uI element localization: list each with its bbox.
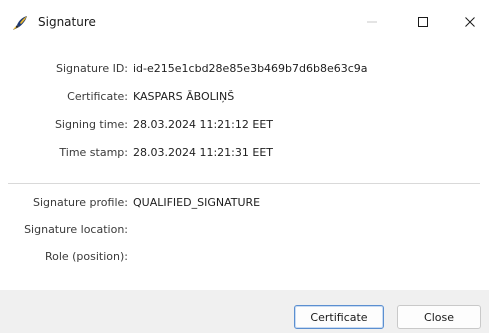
section-divider bbox=[8, 183, 480, 184]
certificate-value: KASPARS ĀBOLIŅŠ bbox=[133, 90, 235, 103]
role-position-label: Role (position): bbox=[44, 250, 128, 263]
close-window-button[interactable] bbox=[447, 0, 489, 44]
minimize-button[interactable] bbox=[349, 0, 395, 44]
minimize-icon bbox=[366, 13, 378, 32]
signature-profile-label: Signature profile: bbox=[32, 196, 128, 209]
window-title: Signature bbox=[38, 15, 96, 29]
title-bar[interactable]: Signature bbox=[0, 0, 489, 44]
signature-id-value: id-e215e1cbd28e85e3b469b7d6b8e63c9a bbox=[133, 62, 368, 75]
certificate-button[interactable]: Certificate bbox=[294, 305, 384, 329]
time-stamp-value: 28.03.2024 11:21:31 EET bbox=[133, 146, 273, 159]
maximize-button[interactable] bbox=[400, 0, 446, 44]
close-icon bbox=[464, 13, 476, 32]
certificate-label: Certificate: bbox=[67, 90, 128, 103]
signature-profile-value: QUALIFIED_SIGNATURE bbox=[133, 196, 261, 209]
dialog-footer: Certificate Close bbox=[0, 290, 489, 333]
signature-quill-icon bbox=[11, 14, 29, 32]
time-stamp-label: Time stamp: bbox=[59, 146, 128, 159]
signing-time-value: 28.03.2024 11:21:12 EET bbox=[133, 118, 273, 131]
maximize-icon bbox=[417, 13, 429, 32]
signature-dialog: Signature Signature ID: id-e215e1cbd28e8… bbox=[0, 0, 489, 333]
close-button[interactable]: Close bbox=[397, 305, 481, 329]
signature-id-label: Signature ID: bbox=[56, 62, 128, 75]
signature-location-label: Signature location: bbox=[24, 223, 128, 236]
signing-time-label: Signing time: bbox=[54, 118, 128, 131]
